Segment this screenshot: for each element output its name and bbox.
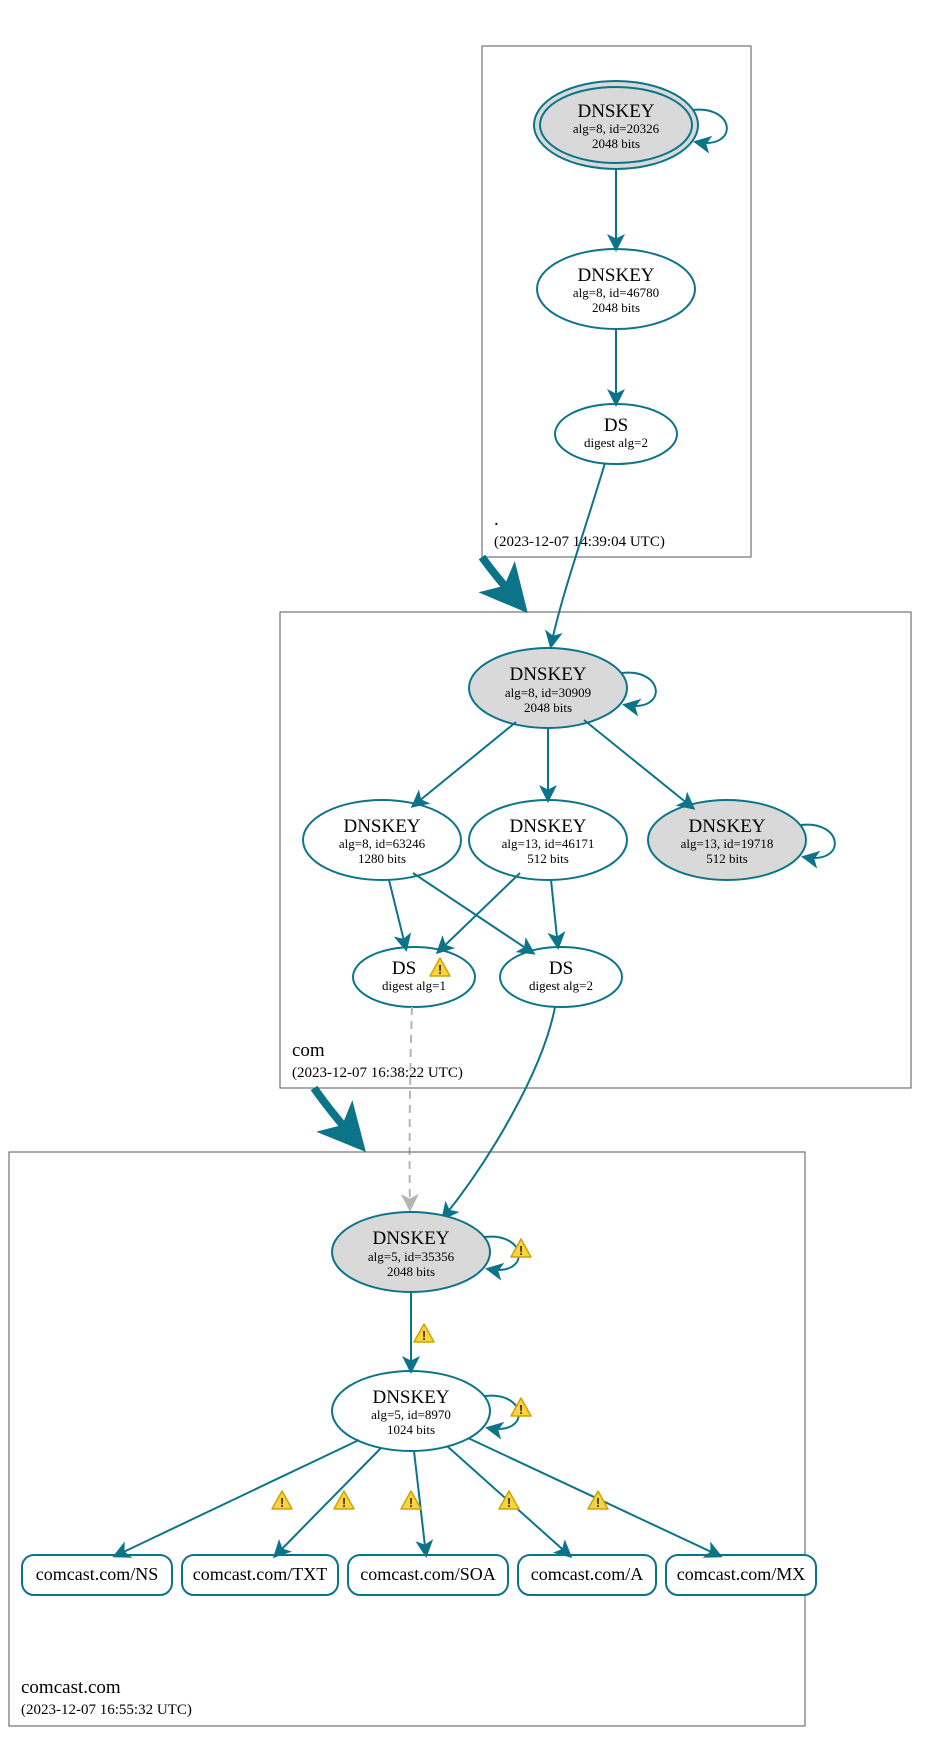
dnssec-graph: ! . (2023-12-07 14:39:04 UTC) DNSKEY alg… — [0, 0, 941, 1742]
svg-text:alg=8, id=46780: alg=8, id=46780 — [573, 285, 659, 300]
zone-com-time: (2023-12-07 16:38:22 UTC) — [292, 1065, 463, 1081]
svg-text:digest alg=2: digest alg=2 — [529, 978, 593, 993]
edge-root-ds-com-ksk — [551, 463, 605, 646]
svg-text:alg=13, id=19718: alg=13, id=19718 — [681, 836, 774, 851]
delegation-root-com — [482, 557, 520, 604]
zone-comcast-time: (2023-12-07 16:55:32 UTC) — [21, 1702, 192, 1718]
svg-text:2048 bits: 2048 bits — [592, 300, 640, 315]
node-com-ksk: DNSKEY alg=8, id=30909 2048 bits — [469, 648, 627, 728]
svg-text:512 bits: 512 bits — [527, 851, 569, 866]
warning-icon — [511, 1398, 531, 1417]
edge-cc-zsk-txt — [275, 1448, 381, 1556]
edge-com-ksk-zsk1 — [413, 722, 516, 806]
rrset-soa: comcast.com/SOA — [348, 1555, 508, 1595]
edge-com-ds2-cc-ksk — [443, 1007, 555, 1218]
node-root-ds: DS digest alg=2 — [555, 404, 677, 464]
zone-comcast-label: comcast.com — [21, 1677, 121, 1698]
rrset-ns: comcast.com/NS — [22, 1555, 172, 1595]
node-root-ksk: DNSKEY alg=8, id=20326 2048 bits — [534, 81, 698, 169]
node-com-zsk2: DNSKEY alg=13, id=46171 512 bits — [469, 800, 627, 880]
edge-com-zsk1-ds2 — [413, 873, 533, 953]
node-com-ds1: DS digest alg=1 — [353, 947, 475, 1007]
svg-text:DS: DS — [549, 958, 573, 979]
svg-text:digest alg=1: digest alg=1 — [382, 978, 446, 993]
svg-text:comcast.com/NS: comcast.com/NS — [36, 1564, 158, 1584]
svg-text:DS: DS — [604, 415, 628, 436]
svg-text:DNSKEY: DNSKEY — [343, 816, 420, 837]
svg-text:2048 bits: 2048 bits — [592, 136, 640, 151]
svg-text:comcast.com/MX: comcast.com/MX — [677, 1564, 805, 1584]
rrset-mx: comcast.com/MX — [666, 1555, 816, 1595]
svg-text:DNSKEY: DNSKEY — [509, 816, 586, 837]
svg-text:DNSKEY: DNSKEY — [577, 101, 654, 122]
svg-text:DNSKEY: DNSKEY — [372, 1228, 449, 1249]
svg-text:alg=5, id=35356: alg=5, id=35356 — [368, 1249, 455, 1264]
svg-text:512 bits: 512 bits — [706, 851, 748, 866]
svg-text:alg=5, id=8970: alg=5, id=8970 — [371, 1407, 451, 1422]
edge-com-ksk-zsk3 — [584, 720, 693, 808]
svg-text:digest alg=2: digest alg=2 — [584, 435, 648, 450]
svg-text:comcast.com/TXT: comcast.com/TXT — [193, 1564, 327, 1584]
edge-com-zsk1-ds1 — [389, 880, 406, 949]
edge-com-zsk2-ds2 — [551, 880, 558, 947]
rrset-txt: comcast.com/TXT — [182, 1555, 338, 1595]
svg-text:DNSKEY: DNSKEY — [577, 265, 654, 286]
svg-text:DNSKEY: DNSKEY — [372, 1387, 449, 1408]
warning-icon — [511, 1239, 531, 1258]
warning-icon — [272, 1491, 292, 1510]
zone-root-label: . — [494, 509, 499, 530]
svg-text:comcast.com/SOA: comcast.com/SOA — [360, 1564, 495, 1584]
warning-icon — [588, 1491, 608, 1510]
warning-icon — [414, 1324, 434, 1343]
edge-com-ds1-cc-ksk-insecure — [410, 1007, 412, 1209]
node-com-zsk3: DNSKEY alg=13, id=19718 512 bits — [648, 800, 806, 880]
svg-text:alg=8, id=20326: alg=8, id=20326 — [573, 121, 660, 136]
node-cc-ksk: DNSKEY alg=5, id=35356 2048 bits — [332, 1212, 490, 1292]
node-com-ds2: DS digest alg=2 — [500, 947, 622, 1007]
svg-text:1024 bits: 1024 bits — [387, 1422, 435, 1437]
svg-text:2048 bits: 2048 bits — [524, 700, 572, 715]
rrset-a: comcast.com/A — [518, 1555, 656, 1595]
svg-text:alg=13, id=46171: alg=13, id=46171 — [502, 836, 595, 851]
node-cc-zsk: DNSKEY alg=5, id=8970 1024 bits — [332, 1371, 490, 1451]
edge-com-zsk2-ds1 — [438, 873, 520, 952]
svg-text:2048 bits: 2048 bits — [387, 1264, 435, 1279]
svg-text:1280 bits: 1280 bits — [358, 851, 406, 866]
svg-text:DS: DS — [392, 958, 416, 979]
delegation-com-comcast — [314, 1088, 358, 1143]
node-root-zsk: DNSKEY alg=8, id=46780 2048 bits — [537, 249, 695, 329]
node-com-zsk1: DNSKEY alg=8, id=63246 1280 bits — [303, 800, 461, 880]
zone-com-label: com — [292, 1040, 325, 1061]
svg-text:comcast.com/A: comcast.com/A — [531, 1564, 643, 1584]
svg-text:DNSKEY: DNSKEY — [688, 816, 765, 837]
edge-cc-zsk-ns — [115, 1440, 359, 1556]
svg-text:alg=8, id=63246: alg=8, id=63246 — [339, 836, 426, 851]
svg-text:DNSKEY: DNSKEY — [509, 664, 586, 685]
svg-text:alg=8, id=30909: alg=8, id=30909 — [505, 685, 591, 700]
